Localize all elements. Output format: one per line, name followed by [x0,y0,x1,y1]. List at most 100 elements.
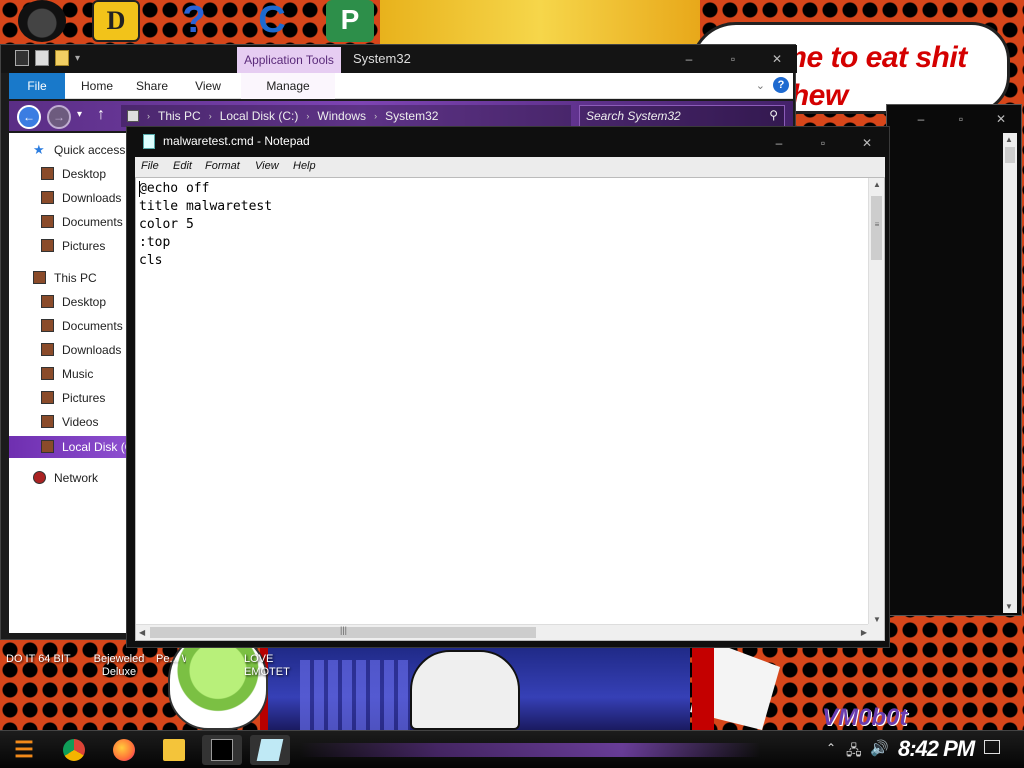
taskbar-notepad[interactable] [250,735,290,765]
console-scrollbar[interactable]: ▲ ▼ [1003,133,1017,613]
menu-help[interactable]: Help [293,160,316,172]
sidebar-item-documents[interactable]: Documents [9,315,129,337]
scrollbar-corner [868,624,884,640]
sidebar-item-quick-access[interactable]: ★ Quick access [9,139,129,161]
search-icon[interactable]: ⚲ [769,108,778,122]
menu-edit[interactable]: Edit [173,160,192,172]
downloads-icon [41,343,54,356]
breadcrumb-item[interactable]: Windows [317,109,366,123]
tab-home[interactable]: Home [69,73,125,99]
desktop-label[interactable]: DO IT 64 BIT [6,653,76,666]
forward-button[interactable]: → [47,105,71,129]
taskbar-chrome[interactable] [54,735,94,765]
breadcrumb[interactable]: › This PC › Local Disk (C:) › Windows › … [121,105,571,127]
desktop-shortcut-icon[interactable]: ? [170,0,218,42]
close-button[interactable]: ✕ [981,105,1021,133]
sidebar-item-desktop[interactable]: Desktop [9,163,129,185]
action-center-icon[interactable] [984,740,1000,754]
properties-icon[interactable] [35,50,49,66]
scroll-down-icon[interactable]: ▼ [1005,602,1013,611]
scrollbar-thumb[interactable] [1005,147,1015,163]
explorer-titlebar[interactable]: ▾ Application Tools System32 ‒ ▫ ✕ [1,45,797,73]
application-tools-context-tab: Application Tools [237,47,341,73]
customize-toolbar-arrow-icon[interactable]: ▾ [75,53,80,64]
notepad-window[interactable]: malwaretest.cmd - Notepad ‒ ▫ ✕ File Edi… [126,126,890,648]
show-hidden-icons-icon[interactable]: ⌃ [826,741,836,755]
volume-icon[interactable]: 🔊 [870,739,889,757]
chevron-right-icon[interactable]: › [306,111,309,121]
minimize-button[interactable]: ‒ [667,45,711,73]
chevron-right-icon[interactable]: › [209,111,212,121]
sidebar-item-desktop[interactable]: Desktop [9,291,129,313]
breadcrumb-item[interactable]: System32 [385,109,438,123]
notepad-icon[interactable] [143,134,155,149]
scrollbar-grip-icon: ≡ [874,220,880,229]
new-folder-icon[interactable] [55,50,69,66]
desktop-label[interactable]: Bejeweled Deluxe [88,653,150,679]
sidebar-item-documents[interactable]: Documents [9,211,129,233]
sidebar-item-videos[interactable]: Videos [9,411,129,433]
sidebar-item-pictures[interactable]: Pictures [9,387,129,409]
notepad-titlebar[interactable]: malwaretest.cmd - Notepad ‒ ▫ ✕ [127,127,889,157]
maximize-button[interactable]: ▫ [941,105,981,133]
breadcrumb-item[interactable]: Local Disk (C:) [220,109,299,123]
desktop-shortcut-icon[interactable]: D [92,0,140,42]
scroll-up-icon[interactable]: ▲ [1005,135,1013,144]
music-icon [41,367,54,380]
menu-view[interactable]: View [255,160,279,172]
sidebar-item-local-disk[interactable]: Local Disk (C:) [9,436,129,458]
maximize-button[interactable]: ▫ [801,129,845,157]
scroll-right-icon[interactable]: ▶ [861,628,867,637]
back-button[interactable]: ← [17,105,41,129]
close-button[interactable]: ✕ [755,45,799,73]
start-button[interactable]: ☰ [8,736,40,764]
desktop-label[interactable]: LOVE EMOTET [244,653,314,679]
console-window[interactable]: ‒ ▫ ✕ ▲ ▼ [886,104,1022,616]
expand-ribbon-icon[interactable]: ⌄ [756,79,765,92]
scroll-up-icon[interactable]: ▲ [873,180,881,189]
sidebar-item-downloads[interactable]: Downloads [9,187,129,209]
taskbar-decoration [300,743,760,757]
tab-view[interactable]: View [181,73,235,99]
horizontal-scrollbar[interactable]: ◀ ||| ▶ [136,624,870,640]
desktop-shortcut-icon[interactable]: P [326,0,374,42]
explorer-app-icon[interactable] [15,50,29,66]
menu-format[interactable]: Format [205,160,240,172]
tab-manage[interactable]: Manage [241,73,335,99]
sidebar-item-downloads[interactable]: Downloads [9,339,129,361]
sidebar-item-pictures[interactable]: Pictures [9,235,129,257]
up-button[interactable]: ↑ [97,106,105,124]
taskbar-cmd[interactable] [202,735,242,765]
minimize-button[interactable]: ‒ [757,129,801,157]
minimize-button[interactable]: ‒ [901,105,941,133]
desktop-shortcut-icon[interactable]: C [248,0,296,42]
taskbar-file-explorer[interactable] [154,735,194,765]
chevron-right-icon[interactable]: › [147,111,150,121]
desktop-shortcut-icon[interactable] [18,0,66,42]
editor-content[interactable]: @echo off title malwaretest color 5 :top… [139,180,864,620]
clock[interactable]: 8:42 PM [898,736,975,762]
tab-share[interactable]: Share [125,73,179,99]
breadcrumb-item[interactable]: This PC [158,109,201,123]
search-input[interactable]: Search System32 ⚲ [579,105,785,127]
text-editor[interactable]: @echo off title malwaretest color 5 :top… [135,177,885,641]
vertical-scrollbar[interactable]: ▲ ≡ ▼ [868,178,884,626]
desktop-label[interactable]: Pe... Wa... [156,653,186,666]
recent-locations-icon[interactable]: ▾ [77,109,82,120]
tab-file[interactable]: File [9,73,65,99]
scroll-down-icon[interactable]: ▼ [873,615,881,624]
sidebar-item-this-pc[interactable]: This PC [9,267,129,289]
maximize-button[interactable]: ▫ [711,45,755,73]
scrollbar-grip-icon: ||| [340,625,348,635]
chevron-right-icon[interactable]: › [374,111,377,121]
scroll-left-icon[interactable]: ◀ [139,628,145,637]
sidebar-item-network[interactable]: Network [9,467,129,489]
sidebar-item-music[interactable]: Music [9,363,129,385]
cmd-icon [211,739,233,761]
taskbar-firefox[interactable] [104,735,144,765]
network-icon[interactable]: 🖧 [846,740,862,764]
file-explorer-icon [163,739,185,761]
help-icon[interactable]: ? [773,77,789,93]
close-button[interactable]: ✕ [845,129,889,157]
menu-file[interactable]: File [141,160,159,172]
